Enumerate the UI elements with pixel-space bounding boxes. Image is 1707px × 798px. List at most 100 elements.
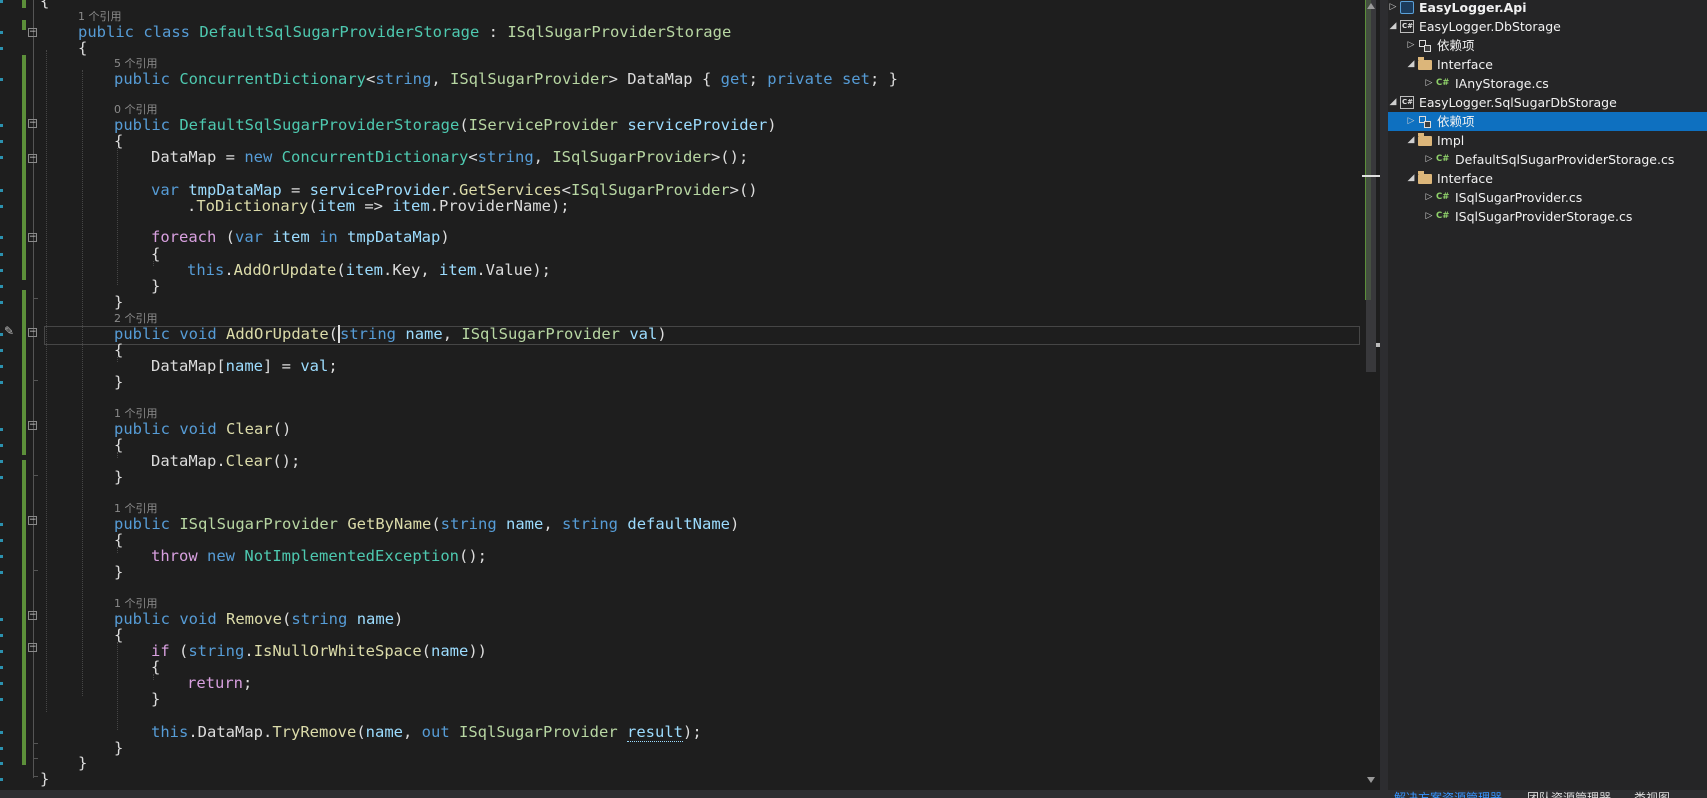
tree-item[interactable]: ◢ EasyLogger.DbStorage <box>1388 17 1707 36</box>
code-line[interactable]: public ISqlSugarProvider GetByName(strin… <box>114 515 739 533</box>
code-line[interactable]: DataMap.Clear(); <box>151 452 300 470</box>
code-line[interactable]: DataMap = new ConcurrentDictionary<strin… <box>151 148 748 166</box>
expanded-arrow-icon[interactable]: ◢ <box>1388 93 1398 112</box>
code-line[interactable]: } <box>114 293 123 311</box>
code-token: : <box>479 23 508 41</box>
csharp-file-icon <box>1436 77 1450 90</box>
code-line[interactable]: public void AddOrUpdate(string name, ISq… <box>114 325 667 343</box>
csharp-file-icon <box>1436 191 1450 204</box>
code-line[interactable]: public class DefaultSqlSugarProviderStor… <box>78 23 731 41</box>
code-line[interactable]: return; <box>187 674 252 692</box>
code-token: ( <box>282 610 292 628</box>
tree-item[interactable]: ◢ Impl <box>1388 131 1707 150</box>
code-line[interactable]: { <box>114 436 123 454</box>
scrollbar-thumb[interactable] <box>1366 0 1376 372</box>
code-token: GetByName <box>347 515 432 533</box>
code-line[interactable]: } <box>114 468 123 486</box>
expanded-arrow-icon[interactable]: ◢ <box>1406 131 1416 150</box>
code-line[interactable]: throw new NotImplementedException(); <box>151 547 487 565</box>
codelens-reference-count[interactable]: 1 个引用 <box>78 11 122 23</box>
code-line[interactable]: } <box>78 754 87 772</box>
code-token: ISqlSugarProvider <box>552 148 711 166</box>
code-token: } <box>114 373 124 391</box>
tool-window-tab[interactable]: 类视图 <box>1634 790 1670 798</box>
code-line[interactable]: } <box>114 373 123 391</box>
code-line[interactable]: } <box>40 770 49 788</box>
collapsed-arrow-icon[interactable]: ▷ <box>1424 74 1434 93</box>
code-line[interactable]: public ConcurrentDictionary<string, ISql… <box>114 70 898 88</box>
code-token: this <box>151 723 189 741</box>
code-token: new <box>207 547 236 565</box>
tree-item-label: DefaultSqlSugarProviderStorage.cs <box>1455 152 1675 167</box>
code-line[interactable]: public void Remove(string name) <box>114 610 403 628</box>
code-token: ) <box>657 325 667 343</box>
tree-item[interactable]: ◢ Interface <box>1388 55 1707 74</box>
collapsed-arrow-icon[interactable]: ▷ <box>1388 0 1398 17</box>
scroll-up-arrow-icon[interactable] <box>1367 3 1375 9</box>
code-token: . <box>224 261 234 279</box>
code-token: ToDictionary <box>196 197 309 215</box>
code-token: new <box>244 148 273 166</box>
code-token: .Value); <box>476 261 551 279</box>
code-line[interactable]: { <box>40 0 49 10</box>
code-line[interactable]: } <box>114 739 123 757</box>
panel-splitter[interactable] <box>1380 0 1388 798</box>
code-editor[interactable]: − − − − − − − − − ✎ {public class DefaultSqlSugar… <box>0 0 1380 790</box>
codelens-reference-count[interactable]: 0 个引用 <box>114 104 158 116</box>
tree-item[interactable]: ▷ ISqlSugarProviderStorage.cs <box>1388 207 1707 226</box>
tree-item-label: Interface <box>1437 57 1493 72</box>
collapsed-arrow-icon[interactable]: ▷ <box>1406 112 1416 131</box>
tool-window-tab[interactable]: 解决方案资源管理器 <box>1394 790 1502 798</box>
code-token: Clear <box>225 452 273 470</box>
codelens-reference-count[interactable]: 1 个引用 <box>114 408 158 420</box>
codelens-reference-count[interactable]: 5 个引用 <box>114 58 158 70</box>
code-token: name <box>405 325 443 343</box>
expanded-arrow-icon[interactable]: ◢ <box>1406 169 1416 188</box>
tree-item[interactable]: ◢ Interface <box>1388 169 1707 188</box>
code-line[interactable]: if (string.IsNullOrWhiteSpace(name)) <box>151 642 487 660</box>
codelens-reference-count[interactable]: 1 个引用 <box>114 598 158 610</box>
tree-item[interactable]: ▷ 依赖项 <box>1388 112 1707 131</box>
code-line[interactable]: } <box>114 563 123 581</box>
code-line[interactable]: .ToDictionary(item => item.ProviderName)… <box>187 197 570 215</box>
collapsed-arrow-icon[interactable]: ▷ <box>1406 36 1416 55</box>
code-line[interactable]: DataMap[name] = val; <box>151 357 338 375</box>
tree-item[interactable]: ▷ IAnyStorage.cs <box>1388 74 1707 93</box>
code-line[interactable]: this.DataMap.TryRemove(name, out ISqlSug… <box>151 723 702 742</box>
code-line[interactable]: { <box>114 132 123 150</box>
collapsed-arrow-icon[interactable]: ▷ <box>1424 207 1434 226</box>
code-line[interactable]: { <box>114 531 123 549</box>
code-line[interactable]: { <box>78 39 87 57</box>
code-line[interactable]: this.AddOrUpdate(item.Key, item.Value); <box>187 261 551 279</box>
code-line[interactable]: { <box>114 341 123 359</box>
collapsed-arrow-icon[interactable]: ▷ <box>1424 188 1434 207</box>
solution-explorer-tree[interactable]: ▷EasyLogger.Api◢EasyLogger.DbStorage▷依赖项… <box>1388 0 1707 790</box>
code-line[interactable]: foreach (var item in tmpDataMap) <box>151 228 450 246</box>
code-line[interactable]: } <box>151 277 160 295</box>
vertical-scrollbar[interactable] <box>1362 0 1380 790</box>
code-area[interactable]: {public class DefaultSqlSugarProviderSto… <box>0 0 1362 790</box>
collapsed-arrow-icon[interactable]: ▷ <box>1424 150 1434 169</box>
scroll-down-arrow-icon[interactable] <box>1367 777 1375 783</box>
tree-item[interactable]: ▷ DefaultSqlSugarProviderStorage.cs <box>1388 150 1707 169</box>
expanded-arrow-icon[interactable]: ◢ <box>1406 55 1416 74</box>
code-line[interactable]: } <box>151 690 160 708</box>
codelens-reference-count[interactable]: 2 个引用 <box>114 313 158 325</box>
code-line[interactable]: public DefaultSqlSugarProviderStorage(IS… <box>114 116 777 134</box>
tree-item[interactable]: ▷ EasyLogger.Api <box>1388 0 1707 17</box>
tool-window-tab[interactable]: 团队资源管理器 <box>1527 790 1611 798</box>
tree-item[interactable]: ◢ EasyLogger.SqlSugarDbStorage <box>1388 93 1707 112</box>
tree-item[interactable]: ▷ 依赖项 <box>1388 36 1707 55</box>
codelens-reference-count[interactable]: 1 个引用 <box>114 503 158 515</box>
code-line[interactable]: public void Clear() <box>114 420 291 438</box>
tree-item[interactable]: ▷ ISqlSugarProvider.cs <box>1388 188 1707 207</box>
code-token: () <box>272 420 292 438</box>
expanded-arrow-icon[interactable]: ◢ <box>1388 17 1398 36</box>
code-line[interactable]: { <box>114 626 123 644</box>
code-token: var <box>151 181 179 199</box>
